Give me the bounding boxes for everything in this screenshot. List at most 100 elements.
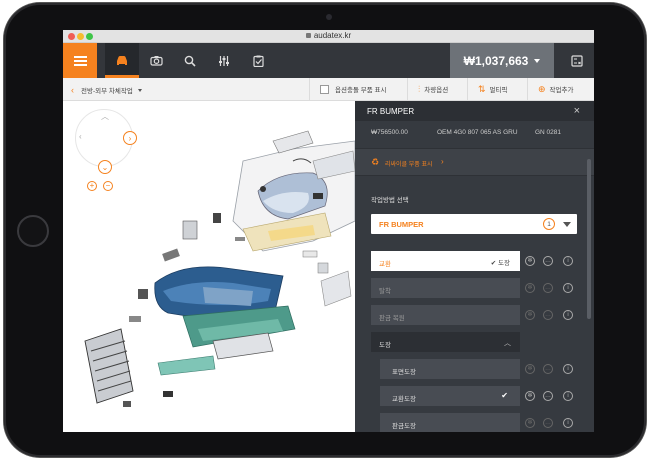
calculator-button[interactable] xyxy=(559,43,594,78)
sub-toolbar: ‹ 전방-외부 차체작업 옵션충돌 부품 표시 ⫶ 차량옵션 ⇅ 멀티픽 ⊕ 작… xyxy=(63,78,594,101)
gear-icon[interactable]: ✻ xyxy=(525,283,535,293)
settings-tab[interactable] xyxy=(207,43,241,78)
lock-icon xyxy=(305,33,311,39)
operation-panel-repair[interactable]: 판금 복원 xyxy=(371,305,520,325)
calculator-icon xyxy=(570,54,583,67)
search-tab[interactable] xyxy=(173,43,207,78)
option-parts-label: 옵션충돌 부품 표시 xyxy=(335,87,387,94)
breadcrumb-label: 전방-외부 차체작업 xyxy=(81,88,133,95)
info-icon[interactable]: i xyxy=(563,283,573,293)
panel-header: FR BUMPER × xyxy=(355,101,594,121)
option-parts-toggle[interactable]: 옵션충돌 부품 표시 xyxy=(309,78,407,100)
total-price: ₩1,037,663 xyxy=(463,53,529,68)
recycle-parts-link[interactable]: ♻ 리싸이클 부품 표시 › xyxy=(355,148,594,176)
car-3d-viewer[interactable]: ︿ ‹ › ⌄ + − xyxy=(63,101,355,432)
part-detail-panel: FR BUMPER × ₩756500.00 OEM 4G0 807 065 A… xyxy=(355,101,594,432)
screen: audatex.kr ₩1,037,663 ‹ 전방-외부 차체작업 옵션충돌 … xyxy=(63,30,594,432)
sliders-icon xyxy=(219,55,229,66)
operation-label: 탈착 xyxy=(379,288,391,295)
chevron-up-icon: ︿ xyxy=(504,340,511,347)
paint-option-label: 표면도장 xyxy=(392,369,416,376)
row-actions: ✻ … i xyxy=(525,251,585,271)
comment-icon[interactable]: … xyxy=(543,418,553,428)
breadcrumb[interactable]: ‹ 전방-외부 차체작업 xyxy=(71,85,142,95)
part-oem: OEM 4G0 807 065 AS GRU xyxy=(437,129,518,136)
hamburger-icon xyxy=(73,55,87,66)
paint-panel[interactable]: 판금도장 xyxy=(380,413,520,432)
checklist-tab[interactable] xyxy=(241,43,275,78)
multi-pick-label: 멀티픽 xyxy=(489,87,508,94)
operation-paint-group[interactable]: 도장 ︿ xyxy=(371,332,520,352)
part-count-badge: 1 xyxy=(543,218,555,230)
recycle-label: 리싸이클 부품 표시 xyxy=(385,162,433,168)
gear-icon[interactable]: ✻ xyxy=(525,364,535,374)
comment-icon[interactable]: … xyxy=(543,310,553,320)
part-price: ₩756500.00 xyxy=(371,129,408,136)
camera xyxy=(326,14,332,20)
total-price-dropdown[interactable]: ₩1,037,663 xyxy=(450,43,554,78)
paint-tag: ✔ 도장 xyxy=(490,260,510,267)
add-job-button[interactable]: ⊕ 작업추가 xyxy=(527,78,594,100)
multi-pick-icon: ⇅ xyxy=(478,83,486,94)
search-icon xyxy=(184,55,196,67)
paint-option-label: 교환도장 xyxy=(392,396,416,403)
info-icon[interactable]: i xyxy=(563,418,573,428)
row-actions: ✻ … i xyxy=(525,278,585,298)
row-actions: ✻ … i xyxy=(525,413,585,432)
exploded-car-illustration[interactable] xyxy=(63,101,355,432)
vehicle-options-button[interactable]: ⫶ 차량옵션 xyxy=(407,78,467,100)
gear-icon[interactable]: ✻ xyxy=(525,418,535,428)
panel-title: FR BUMPER xyxy=(367,107,415,116)
vehicle-options-label: 차량옵션 xyxy=(424,87,449,94)
caret-down-icon xyxy=(137,88,142,92)
chevron-right-icon: › xyxy=(441,157,444,166)
gear-icon[interactable]: ✻ xyxy=(525,310,535,320)
comment-icon[interactable]: … xyxy=(543,283,553,293)
camera-icon xyxy=(149,56,163,66)
camera-tab[interactable] xyxy=(139,43,173,78)
method-label: 작업방법 선택 xyxy=(371,197,409,204)
operation-label: 도장 xyxy=(379,342,391,349)
browser-bar: audatex.kr xyxy=(63,30,594,43)
app-toolbar: ₩1,037,663 xyxy=(63,43,594,78)
operation-label: 교환 xyxy=(379,261,391,268)
menu-button[interactable] xyxy=(63,43,97,78)
address-bar[interactable]: audatex.kr xyxy=(63,31,594,40)
part-info-row: ₩756500.00 OEM 4G0 807 065 AS GRU GN 028… xyxy=(355,129,594,141)
caret-down-icon xyxy=(563,222,571,227)
operation-replace[interactable]: 교환 ✔ 도장 xyxy=(371,251,520,271)
paint-option-label: 판금도장 xyxy=(392,423,416,430)
operation-remove[interactable]: 탈착 xyxy=(371,278,520,298)
sliders-icon: ⫶ xyxy=(418,83,421,94)
option-parts-checkbox[interactable] xyxy=(320,84,329,94)
chevron-down-icon xyxy=(534,58,541,63)
paint-surface[interactable]: 표면도장 xyxy=(380,359,520,379)
multi-pick-button[interactable]: ⇅ 멀티픽 xyxy=(467,78,527,100)
recycle-icon: ♻ xyxy=(371,157,380,167)
row-actions: ✻ … i xyxy=(525,386,585,406)
plus-circle-icon: ⊕ xyxy=(538,83,546,94)
car-parts-tab[interactable] xyxy=(105,43,139,78)
close-icon[interactable]: × xyxy=(574,105,580,117)
comment-icon[interactable]: … xyxy=(543,391,553,401)
part-select[interactable]: FR BUMPER 1 xyxy=(371,214,577,234)
info-icon[interactable]: i xyxy=(563,364,573,374)
gear-icon[interactable]: ✻ xyxy=(525,256,535,266)
home-button[interactable] xyxy=(17,215,49,247)
gear-icon[interactable]: ✻ xyxy=(525,391,535,401)
car-front-icon xyxy=(117,55,127,65)
comment-icon[interactable]: … xyxy=(543,364,553,374)
panel-scrollbar[interactable] xyxy=(587,159,591,319)
part-select-value: FR BUMPER xyxy=(379,220,424,229)
check-icon: ✔ xyxy=(501,391,508,400)
comment-icon[interactable]: … xyxy=(543,256,553,266)
chevron-left-icon[interactable]: ‹ xyxy=(71,85,74,94)
add-job-label: 작업추가 xyxy=(549,87,574,94)
info-icon[interactable]: i xyxy=(563,256,573,266)
info-icon[interactable]: i xyxy=(563,310,573,320)
row-actions: ✻ … i xyxy=(525,305,585,325)
operation-label: 판금 복원 xyxy=(379,315,405,322)
paint-replace[interactable]: 교환도장 ✔ xyxy=(380,386,520,406)
info-icon[interactable]: i xyxy=(563,391,573,401)
url-text: audatex.kr xyxy=(313,31,352,40)
